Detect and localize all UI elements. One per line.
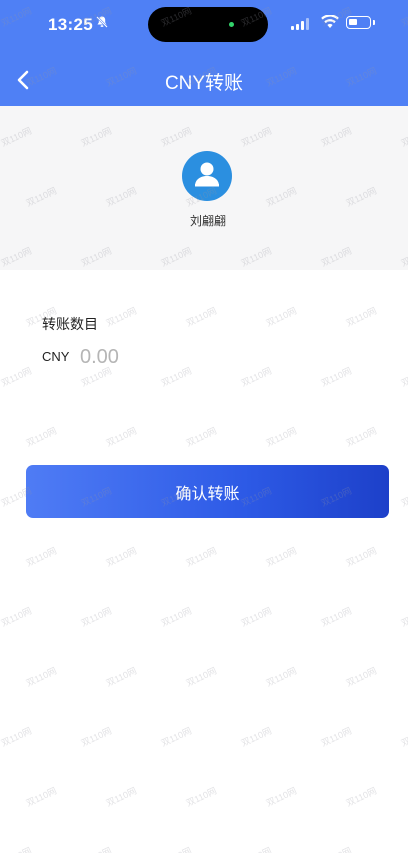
watermark-text: 双110网: [399, 485, 408, 509]
battery-tip: [373, 20, 375, 25]
wifi-icon: [321, 14, 339, 29]
watermark-text: 双110网: [239, 605, 274, 629]
watermark-text: 双110网: [104, 785, 139, 809]
watermark-text: 双110网: [344, 305, 379, 329]
watermark-text: 双110网: [24, 545, 59, 569]
watermark-text: 双110网: [344, 785, 379, 809]
watermark-text: 双110网: [184, 545, 219, 569]
watermark-text: 双110网: [184, 425, 219, 449]
watermark-text: 双110网: [344, 665, 379, 689]
watermark-text: 双110网: [399, 605, 408, 629]
amount-label: 转账数目: [42, 316, 98, 332]
watermark-text: 双110网: [239, 725, 274, 749]
watermark-text: 双110网: [159, 844, 194, 853]
amount-input[interactable]: [80, 342, 370, 372]
watermark-text: 双110网: [0, 725, 34, 749]
watermark-text: 双110网: [104, 305, 139, 329]
watermark-text: 双110网: [79, 605, 114, 629]
watermark-text: 双110网: [104, 545, 139, 569]
watermark-text: 双110网: [24, 425, 59, 449]
page-title: CNY转账: [164, 73, 244, 94]
watermark-text: 双110网: [79, 844, 114, 853]
status-time: 13:25: [48, 15, 93, 34]
watermark-text: 双110网: [344, 545, 379, 569]
watermark-text: 双110网: [79, 725, 114, 749]
status-bar: 13:25: [0, 0, 408, 50]
confirm-transfer-button[interactable]: 确认转账: [26, 465, 389, 518]
watermark-text: 双110网: [399, 844, 408, 853]
nav-bar: CNY转账: [0, 56, 408, 104]
watermark-text: 双110网: [264, 425, 299, 449]
watermark-text: 双110网: [24, 665, 59, 689]
watermark-text: 双110网: [24, 785, 59, 809]
user-avatar-icon: [182, 151, 232, 201]
watermark-text: 双110网: [264, 545, 299, 569]
watermark-text: 双110网: [184, 305, 219, 329]
watermark-text: 双110网: [159, 605, 194, 629]
watermark-text: 双110网: [104, 425, 139, 449]
recipient-profile: 刘翩翩: [0, 106, 408, 270]
watermark-text: 双110网: [319, 605, 354, 629]
watermark-text: 双110网: [0, 844, 34, 853]
watermark-text: 双110网: [159, 725, 194, 749]
dynamic-island: [148, 7, 268, 42]
watermark-text: 双110网: [104, 665, 139, 689]
watermark-text: 双110网: [239, 844, 274, 853]
watermark-text: 双110网: [264, 785, 299, 809]
battery-icon: [346, 16, 371, 29]
watermark-text: 双110网: [319, 844, 354, 853]
app-header: 13:25 CNY转账: [0, 0, 408, 106]
watermark-text: 双110网: [319, 725, 354, 749]
watermark-text: 双110网: [399, 365, 408, 389]
watermark-text: 双110网: [399, 725, 408, 749]
bell-slash-icon: [95, 15, 109, 32]
watermark-text: 双110网: [184, 785, 219, 809]
watermark-text: 双110网: [0, 605, 34, 629]
watermark-text: 双110网: [264, 305, 299, 329]
watermark-text: 双110网: [0, 365, 34, 389]
signal-icon: [291, 18, 311, 30]
camera-indicator-dot: [229, 22, 234, 27]
watermark-text: 双110网: [264, 665, 299, 689]
watermark-text: 双110网: [344, 425, 379, 449]
currency-label: CNY: [42, 349, 70, 364]
recipient-name: 刘翩翩: [189, 214, 226, 228]
watermark-text: 双110网: [184, 665, 219, 689]
